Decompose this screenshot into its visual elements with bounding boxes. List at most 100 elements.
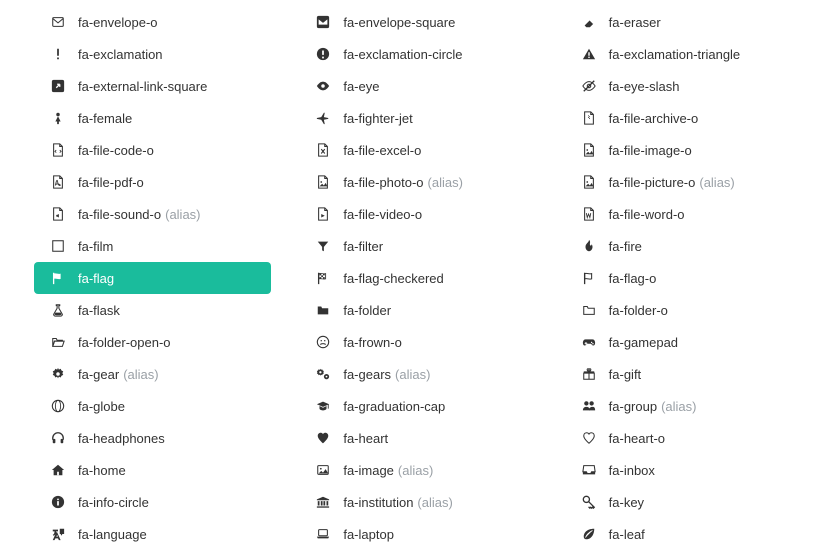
icon-label: fa-folder-o — [609, 303, 668, 318]
icon-list-item[interactable]: fa-gear(alias) — [34, 358, 271, 390]
icon-label: fa-flask — [78, 303, 120, 318]
icon-column: fa-eraserfa-exclamation-trianglefa-eye-s… — [565, 6, 830, 550]
icon-label: fa-laptop — [343, 527, 394, 542]
icon-label: fa-filter — [343, 239, 383, 254]
inbox-icon — [579, 463, 599, 477]
icon-column: fa-envelope-o fa-exclamation fa-external-l… — [34, 6, 299, 550]
exclamation-triangle-icon — [579, 47, 599, 61]
icon-label: fa-graduation-cap — [343, 399, 445, 414]
icon-list-item[interactable]: fa-female — [34, 102, 271, 134]
icon-list-item[interactable]: fa-fighter-jet — [299, 102, 536, 134]
icon-list-item[interactable]: fa-fire — [565, 230, 802, 262]
icon-list-item[interactable]: fa-exclamation — [34, 38, 271, 70]
icon-list-item[interactable]: fa-flag-checkered — [299, 262, 536, 294]
icon-label: fa-file-sound-o — [78, 207, 161, 222]
flag-icon — [48, 271, 68, 285]
eye-icon — [313, 79, 333, 93]
icon-list-item[interactable]: fa-folder — [299, 294, 536, 326]
icon-list-item[interactable]: fa-eye-slash — [565, 70, 802, 102]
icon-list-item[interactable]: fa-file-excel-o — [299, 134, 536, 166]
icon-list-item[interactable]: fa-file-code-o — [34, 134, 271, 166]
icon-list-item[interactable]: fa-globe — [34, 390, 271, 422]
icon-list-item[interactable]: fa-external-link-square — [34, 70, 271, 102]
icon-label: fa-inbox — [609, 463, 655, 478]
gift-icon — [579, 367, 599, 381]
icon-list-item[interactable]: fa-flag-o — [565, 262, 802, 294]
icon-label: fa-flag-o — [609, 271, 657, 286]
icon-list-item[interactable]: fa-envelope-o — [34, 6, 271, 38]
icon-list-item[interactable]: fa-filter — [299, 230, 536, 262]
icon-list-item[interactable]: fa-gift — [565, 358, 802, 390]
file-image-o-icon — [579, 143, 599, 157]
icon-list-item[interactable]: fa-file-word-o — [565, 198, 802, 230]
icon-label: fa-folder-open-o — [78, 335, 171, 350]
file-video-o-icon — [313, 207, 333, 221]
icon-label: fa-file-picture-o — [609, 175, 696, 190]
icon-list-item[interactable]: fa-institution(alias) — [299, 486, 536, 518]
folder-icon — [313, 303, 333, 317]
icon-label: fa-gift — [609, 367, 642, 382]
icon-list-item[interactable]: fa-eye — [299, 70, 536, 102]
icon-list-item[interactable]: fa-leaf — [565, 518, 802, 550]
icon-list-item[interactable]: fa-file-sound-o(alias) — [34, 198, 271, 230]
icon-list-item[interactable]: fa-flag — [34, 262, 271, 294]
icon-list-item[interactable]: fa-gamepad — [565, 326, 802, 358]
icon-list-item[interactable]: fa-laptop — [299, 518, 536, 550]
icon-list-item[interactable]: fa-image(alias) — [299, 454, 536, 486]
exclamation-icon — [48, 47, 68, 61]
icon-label: fa-eye — [343, 79, 379, 94]
icon-label: fa-globe — [78, 399, 125, 414]
icon-list-item[interactable]: fa-heart — [299, 422, 536, 454]
icon-label: fa-file-archive-o — [609, 111, 699, 126]
icon-label: fa-leaf — [609, 527, 645, 542]
icon-label: fa-exclamation — [78, 47, 163, 62]
icon-list-item[interactable]: fa-language — [34, 518, 271, 550]
alias-tag: (alias) — [123, 367, 158, 382]
icon-list-item[interactable]: fa-gears(alias) — [299, 358, 536, 390]
icon-list-item[interactable]: fa-home — [34, 454, 271, 486]
flag-o-icon — [579, 271, 599, 285]
icon-label: fa-file-word-o — [609, 207, 685, 222]
icon-list-item[interactable]: fa-file-pdf-o — [34, 166, 271, 198]
icon-list-item[interactable]: fa-file-image-o — [565, 134, 802, 166]
icon-list-item[interactable]: fa-exclamation-circle — [299, 38, 536, 70]
icon-list-item[interactable]: fa-file-photo-o(alias) — [299, 166, 536, 198]
fighter-jet-icon — [313, 111, 333, 125]
icon-list-item[interactable]: fa-file-archive-o — [565, 102, 802, 134]
icon-list-item[interactable]: fa-frown-o — [299, 326, 536, 358]
icon-label: fa-fire — [609, 239, 642, 254]
icon-list-item[interactable]: fa-headphones — [34, 422, 271, 454]
heart-icon — [313, 431, 333, 445]
alias-tag: (alias) — [428, 175, 463, 190]
film-icon — [48, 239, 68, 253]
icon-list-item[interactable]: fa-flask — [34, 294, 271, 326]
group-icon — [579, 399, 599, 413]
icon-list-item[interactable]: fa-envelope-square — [299, 6, 536, 38]
icon-list-item[interactable]: fa-exclamation-triangle — [565, 38, 802, 70]
icon-list-item[interactable]: fa-group(alias) — [565, 390, 802, 422]
icon-list-item[interactable]: fa-graduation-cap — [299, 390, 536, 422]
alias-tag: (alias) — [699, 175, 734, 190]
icon-list-item[interactable]: fa-folder-open-o — [34, 326, 271, 358]
icon-label: fa-heart-o — [609, 431, 665, 446]
icon-list-item[interactable]: fa-folder-o — [565, 294, 802, 326]
icon-label: fa-info-circle — [78, 495, 149, 510]
alias-tag: (alias) — [398, 463, 433, 478]
icon-label: fa-group — [609, 399, 657, 414]
icon-list-item[interactable]: fa-info-circle — [34, 486, 271, 518]
gears-icon — [313, 367, 333, 381]
alias-tag: (alias) — [417, 495, 452, 510]
icon-list-item[interactable]: fa-key — [565, 486, 802, 518]
icon-label: fa-envelope-square — [343, 15, 455, 30]
icon-list-item[interactable]: fa-inbox — [565, 454, 802, 486]
icon-list-item[interactable]: fa-eraser — [565, 6, 802, 38]
flag-checkered-icon — [313, 271, 333, 285]
icon-label: fa-external-link-square — [78, 79, 207, 94]
icon-list-item[interactable]: fa-film — [34, 230, 271, 262]
icon-list-item[interactable]: fa-file-video-o — [299, 198, 536, 230]
envelope-square-icon — [313, 15, 333, 29]
icon-list-item[interactable]: fa-file-picture-o(alias) — [565, 166, 802, 198]
fire-icon — [579, 239, 599, 253]
folder-open-o-icon — [48, 335, 68, 349]
icon-list-item[interactable]: fa-heart-o — [565, 422, 802, 454]
